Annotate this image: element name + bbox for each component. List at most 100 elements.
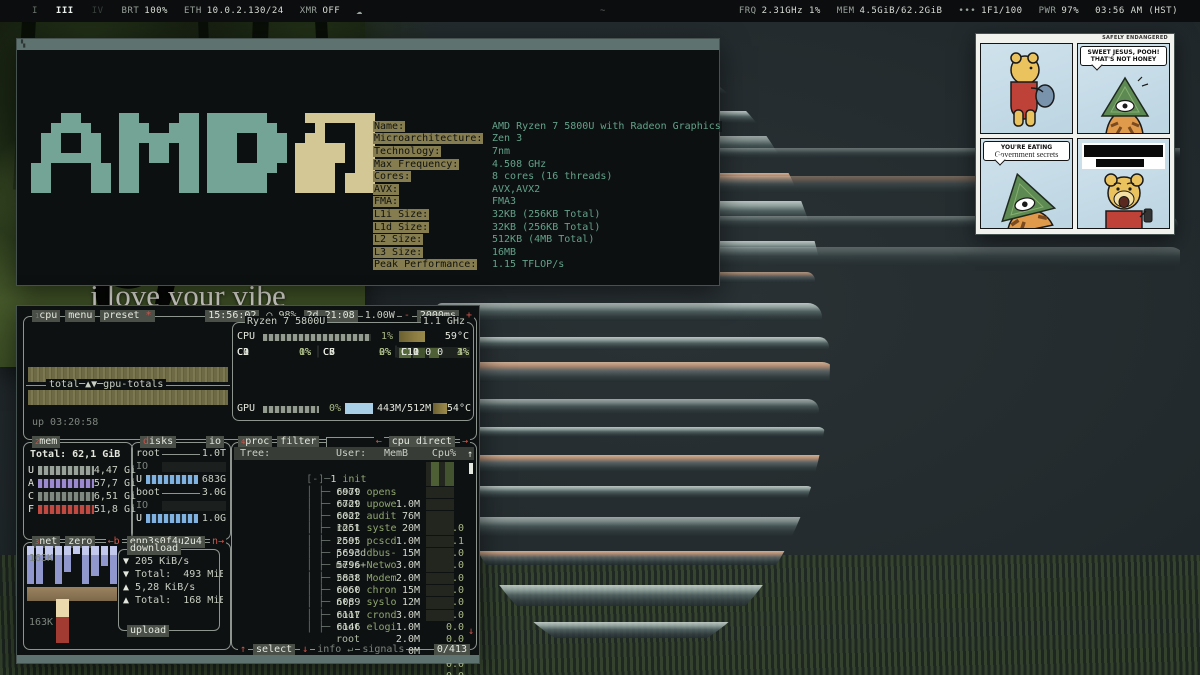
clock: 03:56 AM (HST): [1095, 6, 1178, 16]
process-row[interactable]: │ ├─ 6146 elogi root 9.0M 0.0: [234, 610, 474, 622]
proc-header-row: Tree: User: MemB Cpu%: [234, 447, 474, 460]
status-item: ETH10.0.2.130/24: [184, 6, 284, 16]
mem-row: A 57,7 Gi: [28, 478, 136, 491]
proc-mem-graph: [426, 536, 454, 548]
col-mem[interactable]: MemB: [384, 447, 408, 460]
status-center-tilde: ~: [600, 0, 606, 22]
preset-button[interactable]: preset *: [100, 310, 154, 322]
pooh-meme-window: SAFELY ENDANGERED SWEET JESUS, POOH!TH: [975, 33, 1175, 235]
cpu-total-meter: [263, 334, 371, 341]
illuminati-tigger-figure: [981, 173, 1073, 229]
tab-mem[interactable]: 2mem: [32, 436, 60, 448]
graph-divider-label[interactable]: total─▲▼─gpu-totals: [46, 379, 166, 390]
cloud-icon: ☁: [356, 6, 363, 17]
status-bar-right: FRQ2.31GHz 1%MEM4.5GiB/62.2GiB•••1F1/100…: [739, 6, 1200, 16]
col-cpu[interactable]: Cpu%: [432, 447, 456, 460]
proc-mem-graph: [426, 487, 454, 499]
core-row: C30%│ C80%│ L 0 0 03%: [233, 347, 473, 359]
upload-label: upload: [127, 625, 169, 637]
status-right-items: FRQ2.31GHz 1%MEM4.5GiB/62.2GiB•••1F1/100…: [739, 6, 1079, 16]
iface-next-button[interactable]: n→: [210, 536, 226, 548]
process-row[interactable]: │ ├─ 2595 pcscd pcscd 3.0M 0.0: [234, 523, 474, 535]
cpufetch-row: Technology:7nm: [373, 146, 722, 159]
process-row[interactable]: │ ├─ 6022 audit root 1.0M 0.0: [234, 499, 474, 511]
amd-ascii-art: [31, 113, 375, 193]
desktop: IIIIIV BRT100%ETH10.0.2.130/24XMROFF ☁ ~…: [0, 0, 1200, 675]
process-row[interactable]: │ ├─ 6729 upowe root 20M 0.0: [234, 487, 474, 499]
proc-mem-graph: [426, 573, 454, 585]
cpu-model: Ryzen 7 5800U: [245, 316, 327, 328]
cpufetch-row: Microarchitecture:Zen 3: [373, 133, 722, 146]
illuminati-tigger-figure: [1078, 76, 1170, 134]
speech-bubble: YOU'RE EATINGGovernment secrets: [983, 141, 1070, 161]
proc-mem-graph: [426, 560, 454, 572]
process-row[interactable]: │ ├─ 6060 chron ntp 3.0M 0.0: [234, 573, 474, 585]
proc-mem-graph: [426, 597, 454, 609]
gpu-pct: 0%: [321, 403, 341, 415]
process-row[interactable]: │ ├─ 5838 Modem root 12M 0.0: [234, 560, 474, 572]
cpufetch-row: Max Frequency:4.508 GHz: [373, 159, 722, 172]
process-row[interactable]: │ ├─ 6089 syslo root 1.0M 0.0: [234, 585, 474, 597]
mem-meter: [38, 505, 94, 514]
tab-disks[interactable]: disks: [140, 436, 176, 448]
btop-titlebar-bottom[interactable]: [17, 655, 479, 663]
workspace-item[interactable]: III: [54, 6, 76, 16]
cpufetch-row: FMA:FMA3: [373, 196, 722, 209]
cpufetch-row: Peak Performance:1.15 TFLOP/s: [373, 259, 722, 272]
scroll-down-indicator[interactable]: ↓: [468, 626, 474, 637]
comic-panel-2: SWEET JESUS, POOH!THAT'S NOT HONEY: [1077, 43, 1170, 134]
gpu-meter: [263, 406, 319, 413]
process-list: [-]─1 init root 1.0M 0.0 │ ├─ 6979 opens…: [234, 462, 474, 622]
tab-io[interactable]: io: [206, 436, 224, 448]
workspace-item[interactable]: I: [30, 6, 40, 16]
menu-button[interactable]: menu: [65, 310, 95, 322]
interval-decrease-button[interactable]: -: [402, 310, 412, 322]
process-row[interactable]: │ ├─ 5693 dbus- mess+ 2.0M 0.0: [234, 536, 474, 548]
scrollbar-thumb[interactable]: [469, 463, 473, 474]
download-label: download: [127, 543, 181, 555]
net-stat: ▼ 205 KiB/s: [123, 555, 223, 568]
process-row[interactable]: [-]─1 init root 1.0M 0.0: [234, 462, 474, 474]
status-item: •••1F1/100: [958, 6, 1022, 16]
cpufetch-row: L3 Size:16MB: [373, 247, 722, 260]
scroll-up-indicator[interactable]: ↑: [467, 449, 473, 460]
uptime-text: up 03:20:58: [32, 417, 98, 428]
workspace-item[interactable]: IV: [90, 6, 106, 16]
process-row[interactable]: │ ├─ 5796 Netwo root 15M 0.0: [234, 548, 474, 560]
disk-entries: root1.0T IO U683G boot3.0G IO U1.0G: [132, 448, 230, 526]
process-row[interactable]: │ ├─ 6979 opens root 76M 0.1: [234, 474, 474, 486]
net-stats-box: download ▼ 205 KiB/s▼ Total: 493 MiB▲ 5,…: [118, 549, 220, 631]
net-scale-bottom: 163K: [29, 617, 53, 628]
gpu-label: GPU: [237, 403, 255, 415]
upload-graph-spike: [56, 617, 69, 643]
tab-cpu[interactable]: 1cpu: [32, 310, 60, 322]
proc-mem-graph: [426, 474, 454, 486]
proc-mem-graph: [426, 462, 454, 474]
mem-row: C 6,51 Gi: [28, 491, 136, 504]
proc-panel: 4proc filter ← cpu direct → Tree: User: …: [231, 442, 477, 650]
download-graph: [27, 546, 117, 586]
tab-disks-label: isks: [149, 436, 173, 447]
cpufetch-row: Name:AMD Ryzen 7 5800U with Radeon Graph…: [373, 121, 722, 134]
mem-meter: [38, 479, 94, 488]
disk-entry: boot3.0G IO U1.0G: [132, 487, 230, 526]
cpufetch-row: Cores:8 cores (16 threads): [373, 171, 722, 184]
cpu-total-pct: 1%: [373, 331, 393, 343]
pooh-front-figure: [1078, 173, 1170, 229]
proc-mem-graph: [426, 548, 454, 560]
cpufetch-row: L2 Size:512KB (4MB Total): [373, 234, 722, 247]
btop-window: 1cpu menu preset * 15:56:02 ○ 98% 2d 21:…: [16, 305, 480, 664]
mem-rows: U 4,47 Gi A 57,7 Gi C 6,51 Gi: [24, 465, 132, 517]
net-stat-rows: ▼ 205 KiB/s▼ Total: 493 MiB▲ 5,28 KiB/s▲…: [119, 555, 219, 607]
status-bar: IIIIIV BRT100%ETH10.0.2.130/24XMROFF ☁ ~…: [0, 0, 1200, 22]
net-panel: 3net zero ←b enp3s0f4u2u4 n→ 163K 163K d…: [23, 542, 231, 650]
meme-watermark: SAFELY ENDANGERED: [1102, 35, 1168, 41]
col-tree[interactable]: Tree:: [240, 447, 270, 460]
process-row[interactable]: │ ├─ 1251 syste root 15M 0.0: [234, 511, 474, 523]
net-stat: ▲ Total: 168 MiB: [123, 594, 223, 607]
terminal-titlebar[interactable]: ▚: [17, 39, 719, 50]
process-row[interactable]: │ ├─ 6117 crond root 2.0M 0.0: [234, 597, 474, 609]
col-user[interactable]: User:: [336, 447, 366, 460]
vram-graph: [345, 403, 373, 414]
cpufetch-row: L1i Size:32KB (256KB Total): [373, 209, 722, 222]
